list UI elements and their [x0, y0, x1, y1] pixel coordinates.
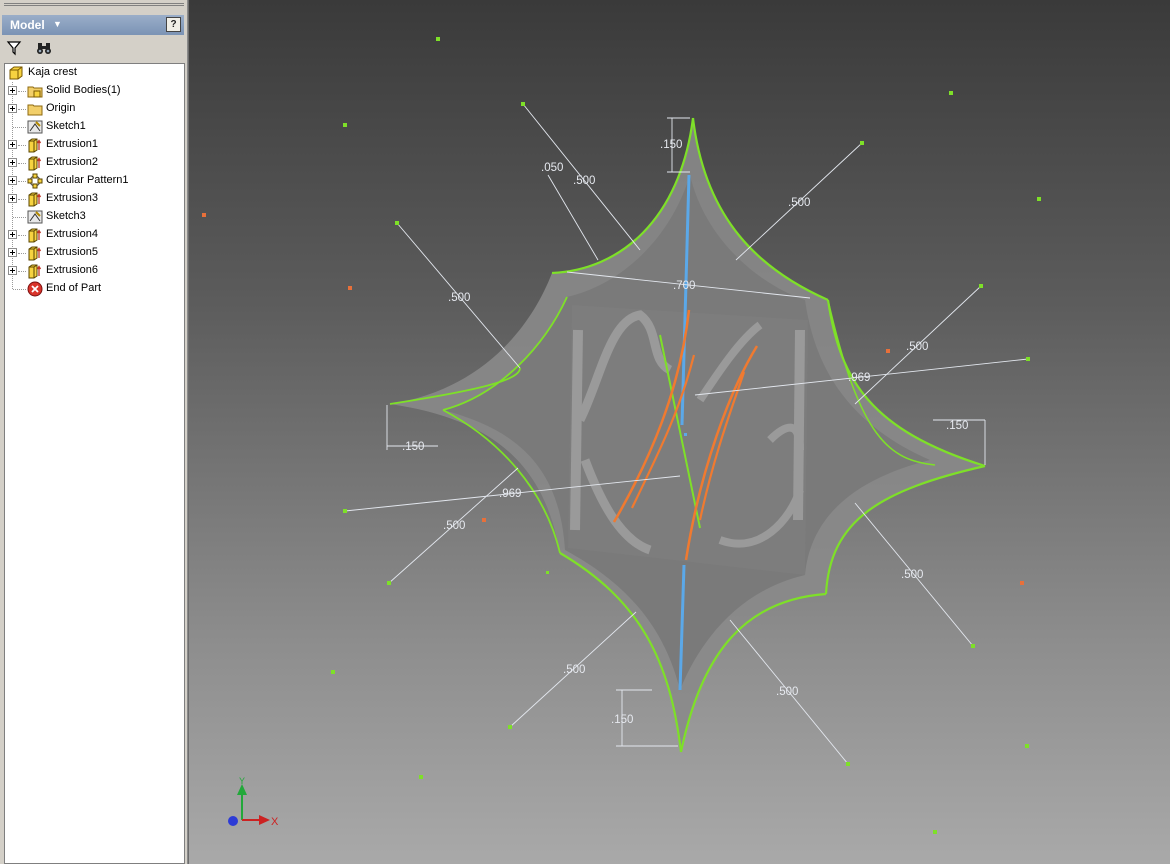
folder-icon — [27, 104, 43, 116]
extrusion-icon — [28, 264, 42, 279]
model-browser-panel: Model ▼ ? Kaja crest Solid Bodies(1) Ori… — [0, 0, 188, 864]
x-axis-label: X — [271, 816, 279, 828]
expand-icon[interactable] — [8, 158, 17, 167]
expand-icon[interactable] — [8, 140, 17, 149]
expand-icon[interactable] — [8, 266, 17, 275]
solid-bodies-folder-icon — [27, 86, 43, 98]
center-point — [684, 433, 687, 436]
tree-node-circular-pattern1[interactable]: Circular Pattern1 — [5, 172, 183, 190]
tree-node-label: Extrusion4 — [46, 228, 98, 240]
tree-node-label: Circular Pattern1 — [46, 174, 129, 186]
help-button[interactable]: ? — [166, 17, 181, 32]
tree-node-label: Extrusion3 — [46, 192, 98, 204]
tree-node-label: Extrusion6 — [46, 264, 98, 276]
tree-node-extrusion6[interactable]: Extrusion6 — [5, 262, 183, 280]
dimension-label[interactable]: .500 — [443, 520, 465, 532]
circular-pattern-icon — [27, 173, 43, 189]
y-axis-label: Y — [239, 776, 245, 786]
browser-toolbar — [2, 37, 184, 59]
model-tree: Kaja crest Solid Bodies(1) Origin Sketch… — [4, 63, 185, 864]
dimension-label[interactable]: .150 — [402, 441, 424, 453]
tree-node-label: Sketch3 — [46, 210, 86, 222]
tree-node-extrusion2[interactable]: Extrusion2 — [5, 154, 183, 172]
tree-node-solid-bodies[interactable]: Solid Bodies(1) — [5, 82, 183, 100]
dimension-label[interactable]: .500 — [776, 686, 798, 698]
dimension-label[interactable]: .700 — [673, 280, 695, 292]
graphics-viewport[interactable]: .150 .050 .500 .500 .700 .500 .500 .969 … — [189, 0, 1170, 864]
tree-node-extrusion3[interactable]: Extrusion3 — [5, 190, 183, 208]
axis-triad: X Y — [228, 776, 279, 828]
expand-icon[interactable] — [8, 176, 17, 185]
dimension-label[interactable]: .500 — [448, 292, 470, 304]
tree-node-label: Solid Bodies(1) — [46, 84, 121, 96]
extrusion-icon — [28, 228, 42, 243]
binoculars-icon[interactable] — [36, 40, 52, 56]
tree-node-sketch3[interactable]: Sketch3 — [5, 208, 183, 226]
tree-node-label: Extrusion1 — [46, 138, 98, 150]
dimension-label[interactable]: .500 — [901, 569, 923, 581]
dimension-label[interactable]: .150 — [660, 139, 682, 151]
tree-node-extrusion5[interactable]: Extrusion5 — [5, 244, 183, 262]
expand-icon[interactable] — [8, 104, 17, 113]
tree-node-label: Origin — [46, 102, 76, 114]
tree-node-root[interactable]: Kaja crest — [5, 64, 183, 82]
extrusion-icon — [28, 192, 42, 207]
dimension-label[interactable]: .500 — [906, 341, 928, 353]
tree-node-label: Sketch1 — [46, 120, 86, 132]
tree-node-label: Extrusion2 — [46, 156, 98, 168]
extrusion-icon — [28, 246, 42, 261]
expand-icon[interactable] — [8, 248, 17, 257]
tree-node-label: Kaja crest — [28, 66, 77, 78]
extrusion-icon — [28, 138, 42, 153]
model-canvas[interactable]: .150 .050 .500 .500 .700 .500 .500 .969 … — [189, 0, 1170, 864]
tree-node-origin[interactable]: Origin — [5, 100, 183, 118]
tree-node-sketch1[interactable]: Sketch1 — [5, 118, 183, 136]
expand-icon[interactable] — [8, 230, 17, 239]
part-icon — [9, 66, 23, 80]
tree-node-label: End of Part — [46, 282, 102, 294]
tree-node-label: Extrusion5 — [46, 246, 98, 258]
dimension-label[interactable]: .500 — [563, 664, 585, 676]
panel-grip[interactable] — [4, 3, 184, 10]
tree-node-end-of-part[interactable]: End of Part — [5, 280, 183, 298]
filter-icon[interactable] — [6, 40, 22, 56]
chevron-down-icon[interactable]: ▼ — [53, 19, 62, 29]
dimension-label[interactable]: .050 — [541, 162, 563, 174]
dimension-label[interactable]: .150 — [611, 714, 633, 726]
dimension-label[interactable]: .500 — [788, 197, 810, 209]
panel-title-bar[interactable]: Model ▼ ? — [2, 15, 184, 35]
expand-icon[interactable] — [8, 194, 17, 203]
end-of-part-icon — [27, 281, 43, 297]
expand-icon[interactable] — [8, 86, 17, 95]
panel-title[interactable]: Model — [10, 18, 45, 32]
dimension-label[interactable]: .150 — [946, 420, 968, 432]
dimension-label[interactable]: .969 — [499, 488, 521, 500]
tree-node-extrusion4[interactable]: Extrusion4 — [5, 226, 183, 244]
dimension-label[interactable]: .969 — [848, 372, 870, 384]
dimension-label[interactable]: .500 — [573, 175, 595, 187]
tree-node-extrusion1[interactable]: Extrusion1 — [5, 136, 183, 154]
sketch-icon — [27, 120, 43, 134]
extrusion-icon — [28, 156, 42, 171]
sketch-icon — [27, 210, 43, 224]
